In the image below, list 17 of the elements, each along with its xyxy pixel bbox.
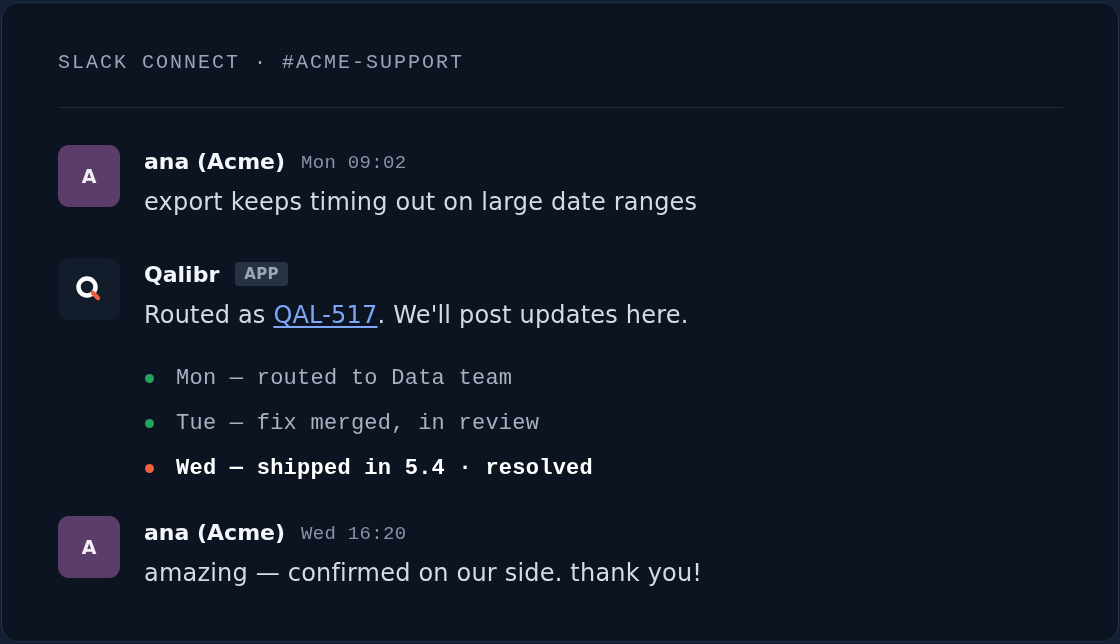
update-text: Mon — routed to Data team <box>176 366 513 391</box>
author-name: ana (Acme) <box>144 148 286 174</box>
author-name: ana (Acme) <box>144 519 286 545</box>
avatar-initial: A <box>58 516 120 578</box>
ticket-link[interactable]: QAL-517 <box>273 301 378 329</box>
app-label: APP <box>235 262 288 286</box>
update-text: Wed — shipped in 5.4 · resolved <box>176 456 594 481</box>
message-text: amazing — confirmed on our side. thank you! <box>144 558 704 589</box>
author-name: Qalibr <box>144 261 220 287</box>
message-time: Wed 16:20 <box>301 521 407 545</box>
channel-title: SLACK CONNECT · #ACME-SUPPORT <box>58 51 466 75</box>
avatar-initial: A <box>58 145 120 207</box>
magnifier-icon <box>58 258 120 320</box>
message-text: export keeps timing out on large date ranges <box>144 187 699 218</box>
message-text: Routed as QAL-517. We'll post updates here. <box>144 300 690 331</box>
update-text: Tue — fix merged, in review <box>176 411 540 436</box>
message-time: Mon 09:02 <box>301 150 407 174</box>
